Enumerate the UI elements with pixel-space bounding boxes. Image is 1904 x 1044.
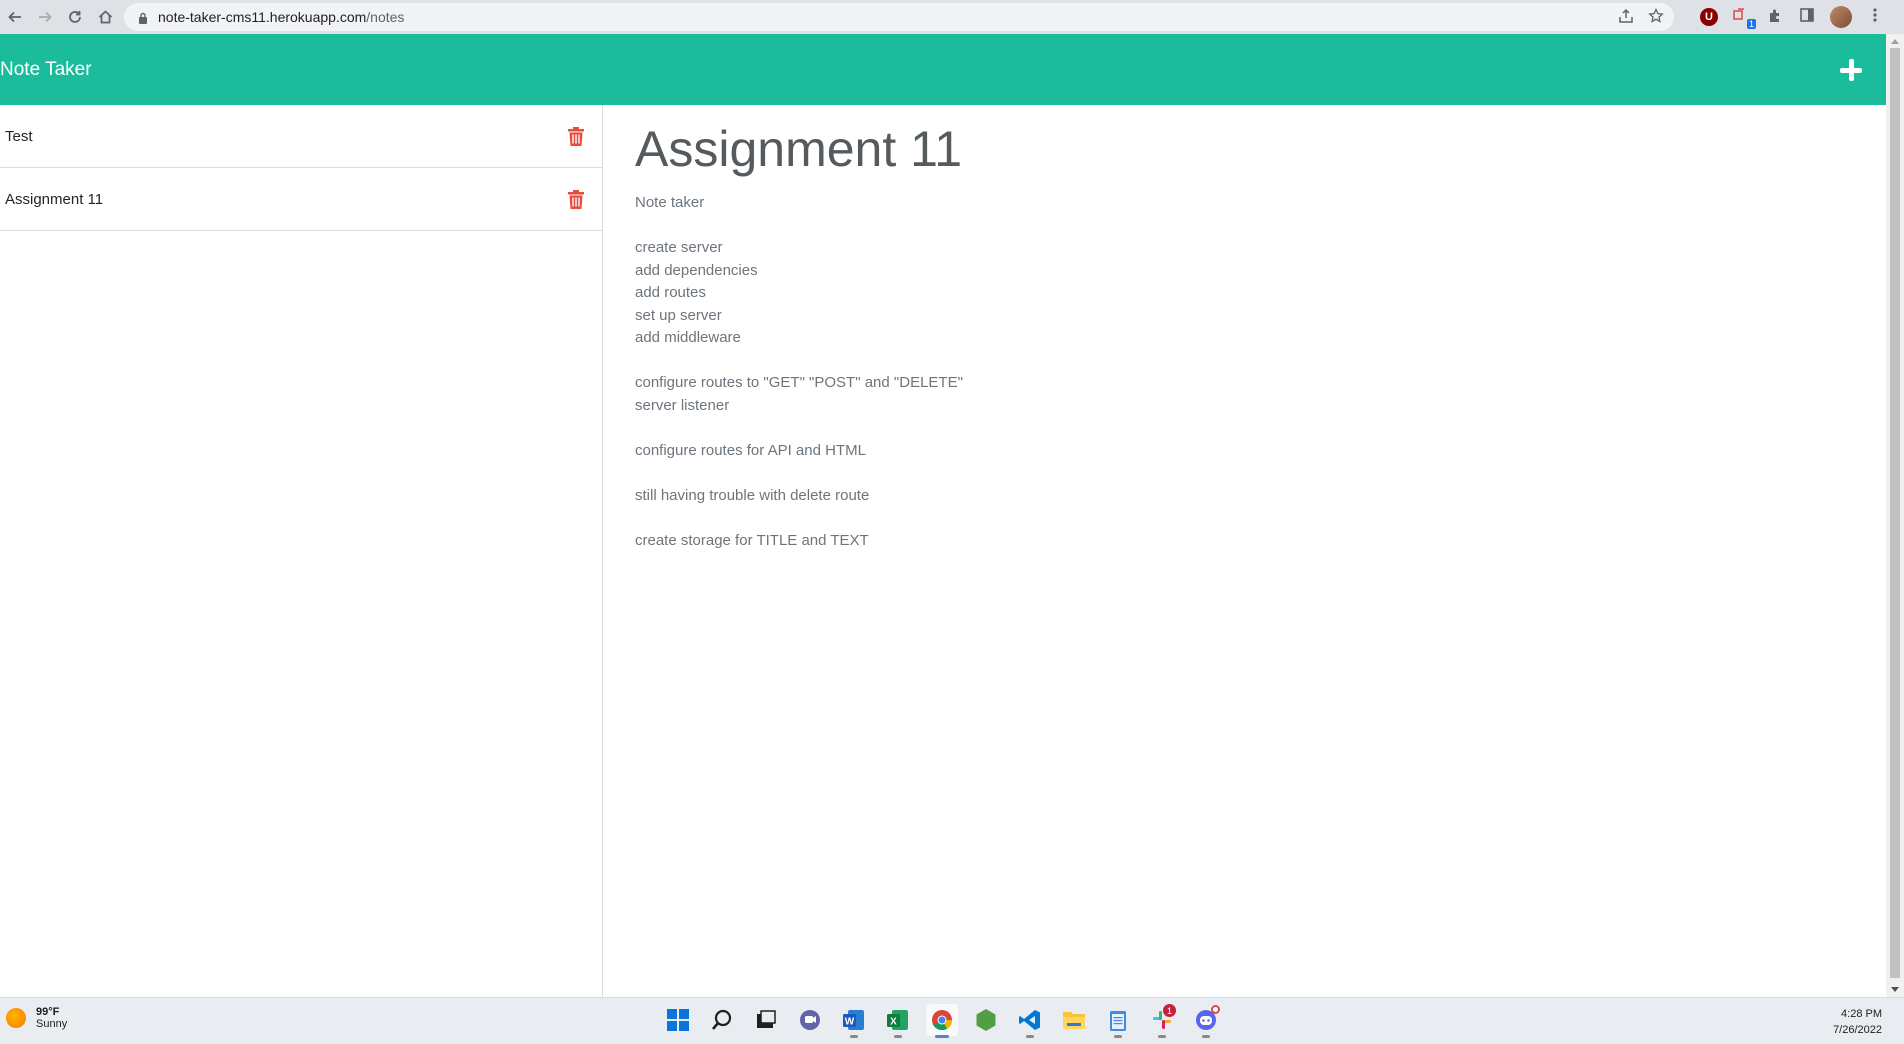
address-bar[interactable]: note-taker-cms11.herokuapp.com/notes [124, 3, 1674, 31]
running-indicator [1202, 1035, 1210, 1038]
svg-text:X: X [890, 1017, 897, 1028]
windows-start-icon[interactable] [662, 1004, 694, 1036]
chrome-icon[interactable] [926, 1004, 958, 1038]
sidepanel-icon[interactable] [1798, 7, 1816, 27]
note-title-input[interactable]: Assignment 11 [635, 119, 1886, 179]
word-icon[interactable]: W [838, 1004, 870, 1038]
sun-icon [6, 1008, 26, 1028]
note-text-textarea[interactable]: Note taker create server add dependencie… [635, 192, 1886, 552]
note-list-item-title[interactable]: Assignment 11 [5, 191, 103, 208]
share-icon[interactable] [1618, 8, 1634, 28]
scrollbar-thumb[interactable] [1890, 48, 1900, 978]
url-host: note-taker-cms11.herokuapp.com [158, 9, 367, 25]
file-explorer-icon[interactable] [1058, 1004, 1090, 1036]
running-indicator [1114, 1035, 1122, 1038]
slack-icon[interactable]: 1 [1146, 1004, 1178, 1038]
running-indicator [1026, 1035, 1034, 1038]
list-item[interactable]: Assignment 11 [0, 168, 602, 231]
scroll-down-arrow-icon[interactable] [1891, 987, 1899, 992]
nodejs-icon[interactable] [970, 1004, 1002, 1036]
delete-trash-icon[interactable] [568, 189, 584, 209]
list-item[interactable]: Test [0, 105, 602, 168]
app-navbar: Note Taker [0, 34, 1886, 105]
excel-icon[interactable]: X [882, 1004, 914, 1038]
reload-icon[interactable] [60, 2, 90, 32]
weather-description: Sunny [36, 1018, 68, 1030]
kebab-menu-icon[interactable] [1866, 7, 1884, 27]
extension-badge-count: 1 [1746, 19, 1756, 29]
notepad-icon[interactable] [1102, 1004, 1134, 1038]
lock-icon[interactable] [138, 11, 148, 24]
running-indicator [850, 1035, 858, 1038]
note-list: Test Assignment 11 [0, 105, 603, 997]
back-arrow-icon[interactable] [0, 2, 30, 32]
vscode-icon[interactable] [1014, 1004, 1046, 1038]
profile-avatar[interactable] [1830, 6, 1852, 28]
page-scrollbar[interactable] [1886, 34, 1904, 997]
discord-icon[interactable] [1190, 1004, 1222, 1038]
discord-notification-dot [1211, 1005, 1220, 1014]
task-view-icon[interactable] [750, 1004, 782, 1036]
system-clock[interactable]: 4:28 PM 7/26/2022 [1833, 1006, 1882, 1038]
scroll-up-arrow-icon[interactable] [1891, 39, 1899, 44]
clock-time: 4:28 PM [1841, 1008, 1882, 1020]
weather-temperature: 99°F [36, 1006, 60, 1018]
delete-trash-icon[interactable] [568, 126, 584, 146]
note-view: Assignment 11 Note taker create server a… [604, 105, 1886, 997]
slack-notification-badge: 1 [1163, 1004, 1176, 1017]
new-note-plus-icon[interactable] [1836, 55, 1866, 85]
windows-taskbar: 99°F Sunny W X 1 4:28 PM 7/26/2022 [0, 997, 1904, 1044]
url-path: /notes [366, 9, 405, 25]
extensions-icon[interactable] [1766, 7, 1784, 27]
browser-toolbar: note-taker-cms11.herokuapp.com/notes U 1 [0, 0, 1904, 34]
clock-date: 7/26/2022 [1833, 1024, 1882, 1036]
svg-text:W: W [845, 1017, 855, 1028]
extension-with-badge-icon[interactable]: 1 [1732, 7, 1756, 29]
teams-chat-icon[interactable] [794, 1004, 826, 1036]
url-text: note-taker-cms11.herokuapp.com/notes [158, 9, 404, 25]
weather-widget[interactable]: 99°F Sunny [6, 1006, 67, 1030]
app-title[interactable]: Note Taker [0, 59, 92, 81]
search-icon[interactable] [706, 1004, 738, 1036]
note-list-item-title[interactable]: Test [5, 128, 33, 145]
ublock-extension-icon[interactable]: U [1700, 8, 1718, 26]
forward-arrow-icon[interactable] [30, 2, 60, 32]
running-indicator [935, 1035, 949, 1038]
home-icon[interactable] [90, 2, 120, 32]
star-icon[interactable] [1648, 7, 1664, 28]
running-indicator [1158, 1035, 1166, 1038]
running-indicator [894, 1035, 902, 1038]
